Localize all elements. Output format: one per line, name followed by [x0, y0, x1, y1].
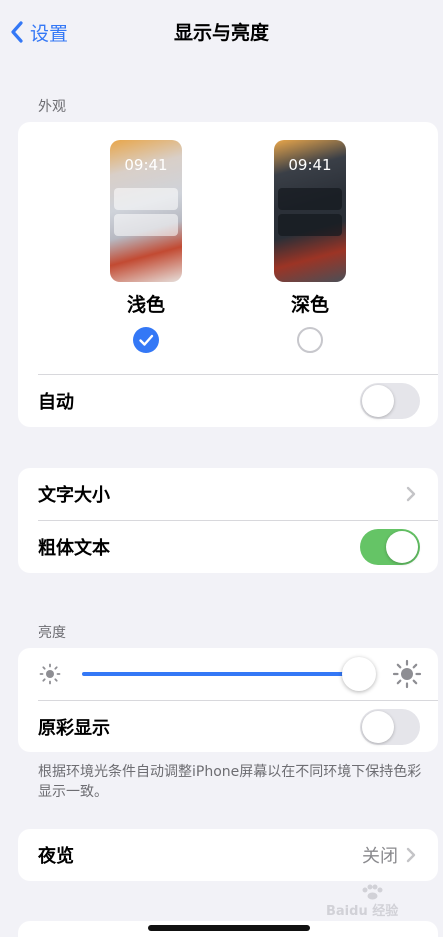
auto-label: 自动	[38, 392, 74, 413]
chevron-right-icon	[406, 486, 416, 502]
true-tone-row: 原彩显示	[18, 701, 438, 752]
auto-appearance-row: 自动	[18, 375, 438, 427]
brightness-high-icon	[392, 659, 422, 689]
true-tone-label: 原彩显示	[38, 718, 110, 739]
light-preview-widget	[114, 188, 178, 210]
brightness-card: 原彩显示	[18, 648, 438, 752]
light-radio-checked[interactable]	[133, 327, 159, 353]
light-appearance-preview[interactable]: 09:41	[110, 140, 182, 282]
navigation-bar: 设置 显示与亮度	[0, 0, 443, 64]
text-size-label: 文字大小	[38, 485, 110, 506]
brightness-slider-track[interactable]	[82, 672, 360, 676]
light-preview-widget	[114, 214, 178, 236]
paw-logo	[362, 884, 383, 900]
checkmark-icon	[139, 334, 154, 346]
light-appearance-label: 浅色	[126, 294, 165, 316]
toggle-knob	[386, 531, 418, 563]
brightness-slider-thumb[interactable]	[342, 657, 377, 691]
chevron-right-icon	[406, 847, 416, 863]
page-title: 显示与亮度	[173, 22, 269, 44]
night-shift-value: 关闭	[362, 846, 398, 867]
dark-preview-time: 09:41	[288, 156, 332, 174]
true-tone-footnote: 根据环境光条件自动调整iPhone屏幕以在不同环境下保持色彩显示一致。	[38, 764, 422, 800]
night-shift-card: 夜览 关闭	[18, 829, 438, 881]
light-preview-time: 09:41	[124, 156, 168, 174]
dark-appearance-preview[interactable]: 09:41	[274, 140, 346, 282]
toggle-knob	[362, 711, 394, 743]
brightness-section-label: 亮度	[38, 625, 66, 641]
night-shift-row[interactable]: 夜览 关闭	[18, 829, 438, 881]
text-size-row[interactable]: 文字大小	[18, 468, 438, 520]
appearance-section-label: 外观	[38, 99, 66, 115]
bold-text-row: 粗体文本	[18, 521, 438, 573]
watermark: Baidu 经验	[326, 884, 422, 919]
watermark-text: Baidu 经验	[326, 904, 399, 919]
brightness-low-icon	[39, 663, 61, 685]
true-tone-toggle[interactable]	[360, 709, 420, 745]
dark-radio-unchecked[interactable]	[297, 327, 323, 353]
dark-preview-widget	[278, 214, 342, 236]
toggle-knob	[362, 385, 394, 417]
bold-text-toggle[interactable]	[360, 529, 420, 565]
auto-toggle[interactable]	[360, 383, 420, 419]
text-settings-card: 文字大小 粗体文本	[18, 468, 438, 573]
night-shift-label: 夜览	[38, 846, 74, 867]
dark-preview-widget	[278, 188, 342, 210]
home-indicator[interactable]	[148, 925, 310, 931]
appearance-card: 09:41 09:41 浅色 深色 自动	[18, 122, 438, 427]
brightness-slider-row	[18, 648, 438, 700]
bold-text-label: 粗体文本	[38, 538, 110, 559]
dark-appearance-label: 深色	[290, 294, 329, 316]
